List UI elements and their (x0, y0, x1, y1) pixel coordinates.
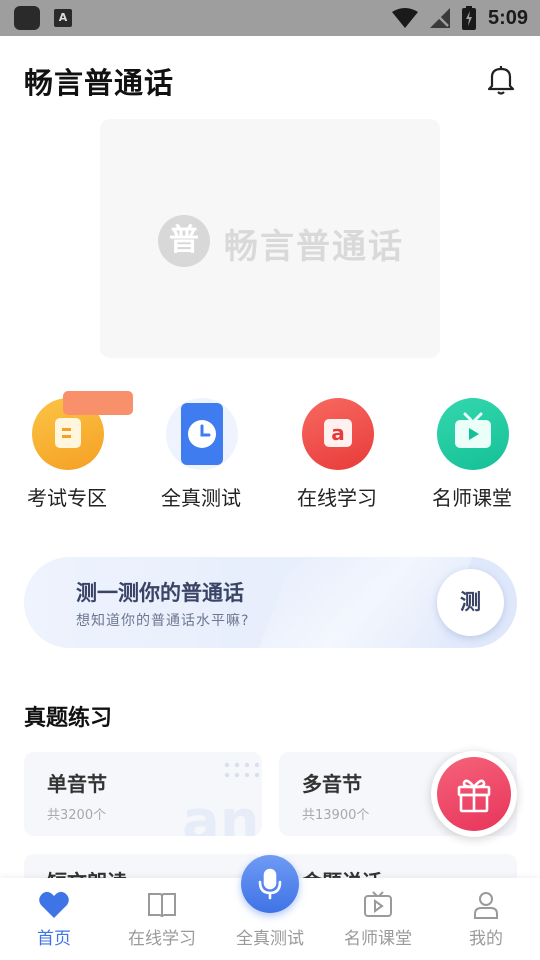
decor-dots (222, 760, 262, 782)
banner-logo: 普 (158, 215, 210, 267)
section-title: 真题练习 (24, 706, 113, 731)
menu-label: 名师课堂 (432, 486, 512, 510)
tab-home[interactable]: 首页 (0, 878, 108, 960)
decor-letters: an (182, 789, 260, 837)
banner[interactable]: 普 畅言普通话 (100, 119, 440, 358)
menu-label: 在线学习 (297, 486, 377, 510)
tab-label: 我的 (469, 929, 503, 949)
clock-time: 5:09 (487, 6, 528, 29)
letter-a-icon: a (302, 398, 374, 470)
tv-play-icon (364, 891, 392, 917)
menu-exam-zone[interactable]: 考试专区 (12, 398, 122, 518)
menu-label: 全真测试 (161, 486, 241, 510)
menu-label: 考试专区 (27, 486, 107, 510)
menu-teacher-class[interactable]: 名师课堂 (417, 398, 527, 518)
gift-icon (457, 779, 491, 813)
heart-home-icon (39, 891, 69, 918)
tab-teacher-class[interactable]: 名师课堂 (324, 878, 432, 960)
bell-icon[interactable] (484, 62, 518, 96)
svg-text:a: a (331, 421, 345, 445)
practice-card-count: 共13900个 (302, 808, 370, 823)
test-banner-subtitle: 想知道你的普通话水平嘛? (76, 613, 250, 629)
banner-text: 畅言普通话 (224, 227, 404, 267)
page-title: 畅言普通话 (24, 66, 175, 100)
wifi-icon (391, 8, 418, 28)
no-signal-icon (429, 8, 450, 28)
practice-card-title: 多音节 (302, 772, 362, 796)
tab-label: 全真测试 (236, 929, 304, 949)
tv-icon (437, 398, 509, 470)
book-icon (148, 893, 176, 918)
app-icon (14, 6, 40, 30)
person-icon (474, 892, 498, 919)
promo-badge (63, 391, 133, 415)
tab-mine[interactable]: 我的 (432, 878, 540, 960)
practice-card-count: 共3200个 (47, 808, 107, 823)
tab-online-study[interactable]: 在线学习 (108, 878, 216, 960)
microphone-icon (258, 868, 282, 900)
test-banner[interactable]: 测一测你的普通话 想知道你的普通话水平嘛? 测 (24, 557, 517, 648)
gift-button[interactable] (431, 751, 517, 837)
practice-card-monosyllable[interactable]: an 单音节 共3200个 (24, 752, 262, 836)
test-button[interactable]: 测 (437, 569, 504, 636)
menu-online-study[interactable]: a 在线学习 (282, 398, 392, 518)
status-bar: A 5:09 (0, 0, 540, 36)
tab-label: 在线学习 (128, 929, 196, 949)
clock-icon (166, 398, 238, 470)
battery-charging-icon (461, 6, 476, 30)
tab-label: 首页 (37, 929, 71, 949)
a-icon: A (54, 9, 72, 27)
practice-card-title: 单音节 (47, 772, 107, 796)
test-banner-title: 测一测你的普通话 (76, 581, 244, 605)
microphone-button[interactable] (241, 855, 299, 913)
menu-full-test[interactable]: 全真测试 (146, 398, 256, 518)
tab-label: 名师课堂 (344, 929, 412, 949)
